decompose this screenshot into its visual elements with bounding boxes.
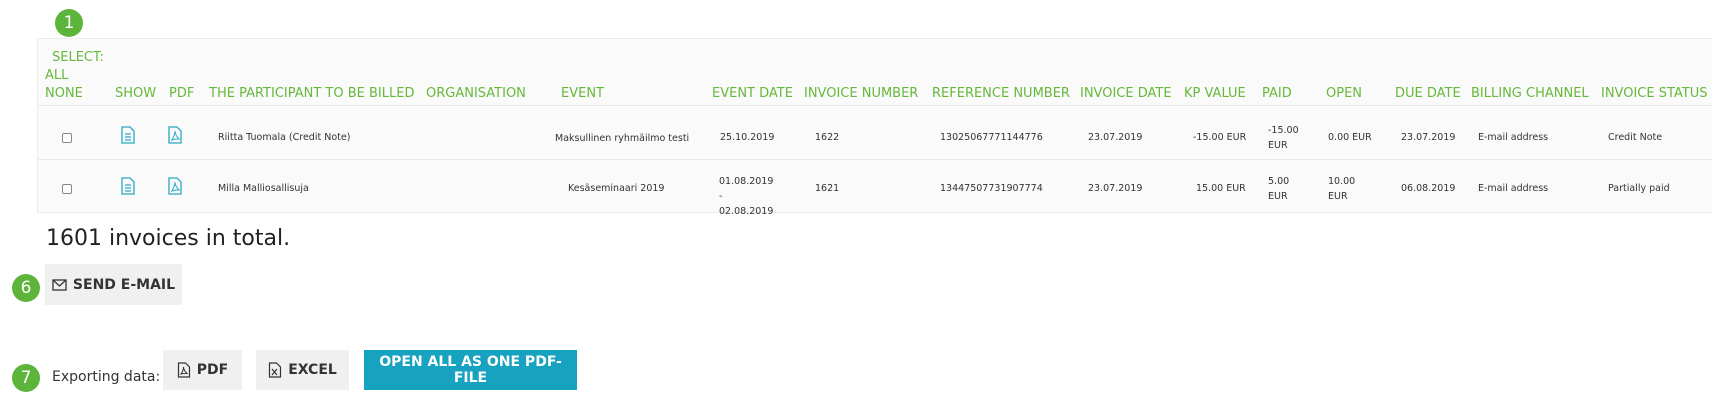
export-excel-label: EXCEL [288,362,337,378]
col-participant[interactable]: THE PARTICIPANT TO BE BILLED [209,86,414,101]
invoice-date-cell: 23.07.2019 [1088,132,1143,143]
open-cell: 0.00 EUR [1328,132,1372,143]
due-date-cell: 06.08.2019 [1401,183,1456,194]
invoice-number-cell: 1622 [815,132,840,143]
col-pdf[interactable]: PDF [169,86,194,101]
due-date-cell: 23.07.2019 [1401,132,1456,143]
pdf-icon[interactable] [167,177,183,195]
pdf-icon[interactable] [167,126,183,144]
col-event-date[interactable]: EVENT DATE [712,86,793,101]
select-none-link[interactable]: NONE [45,86,83,101]
col-paid[interactable]: PAID [1262,86,1292,101]
row-checkbox[interactable] [62,133,72,143]
event-cell: Maksullinen ryhmäilmo testi [555,133,690,144]
invoice-number-cell: 1621 [815,183,840,194]
status-cell: Partially paid [1608,183,1670,194]
open-cell: 10.00 EUR [1328,176,1356,202]
col-kp-value[interactable]: KP VALUE [1184,86,1246,101]
col-open[interactable]: OPEN [1326,86,1362,101]
participant-cell: Milla Malliosallisuja [218,183,309,194]
show-invoice-icon[interactable] [120,126,136,144]
col-billing-channel[interactable]: BILLING CHANNEL [1471,86,1589,101]
row-checkbox[interactable] [62,184,72,194]
paid-cell: -15.00 EUR [1268,125,1299,151]
col-due-date[interactable]: DUE DATE [1395,86,1461,101]
event-cell: Kesäseminaari 2019 [568,183,665,194]
show-invoice-icon[interactable] [120,177,136,195]
select-all-link[interactable]: ALL [45,68,68,83]
invoice-table: SELECT: ALL NONE SHOW PDF THE PARTICIPAN… [37,38,1712,217]
export-pdf-button[interactable]: PDF [163,350,242,390]
badge-7: 7 [12,364,40,392]
event-date-cell: 25.10.2019 [720,132,775,143]
send-email-label: SEND E-MAIL [72,276,176,293]
kp-value-cell: -15.00 EUR [1193,132,1247,143]
col-reference-number[interactable]: REFERENCE NUMBER [932,86,1070,101]
envelope-icon [52,278,67,291]
badge-1: 1 [55,9,83,37]
export-pdf-label: PDF [196,362,229,378]
col-invoice-date[interactable]: INVOICE DATE [1080,86,1172,101]
reference-number-cell: 13025067771144776 [940,132,1043,143]
col-organisation[interactable]: ORGANISATION [426,86,526,101]
paid-cell: 5.00 EUR [1268,176,1290,202]
excel-icon [269,362,282,378]
badge-6: 6 [12,274,40,302]
event-date-cell: 01.08.2019 - 02.08.2019 [719,176,774,217]
participant-cell: Riitta Tuomala (Credit Note) [218,132,351,143]
col-event[interactable]: EVENT [561,86,604,101]
export-excel-button[interactable]: EXCEL [256,350,349,390]
status-cell: Credit Note [1608,132,1663,143]
select-label: SELECT: [52,50,104,65]
invoice-date-cell: 23.07.2019 [1088,183,1143,194]
pdf-icon [177,362,190,378]
kp-value-cell: 15.00 EUR [1196,183,1246,194]
row-divider [38,105,1712,106]
row-divider [38,159,1712,160]
billing-channel-cell: E-mail address [1478,132,1549,143]
invoice-total: 1601 invoices in total. [46,226,291,251]
col-show[interactable]: SHOW [115,86,156,101]
open-all-pdf-button[interactable]: OPEN ALL AS ONE PDF-FILE [364,350,577,390]
billing-channel-cell: E-mail address [1478,183,1549,194]
col-invoice-status[interactable]: INVOICE STATUS [1601,86,1708,101]
reference-number-cell: 13447507731907774 [940,183,1043,194]
col-invoice-number[interactable]: INVOICE NUMBER [804,86,918,101]
send-email-button[interactable]: SEND E-MAIL [45,264,182,305]
export-label: Exporting data: [52,369,161,385]
